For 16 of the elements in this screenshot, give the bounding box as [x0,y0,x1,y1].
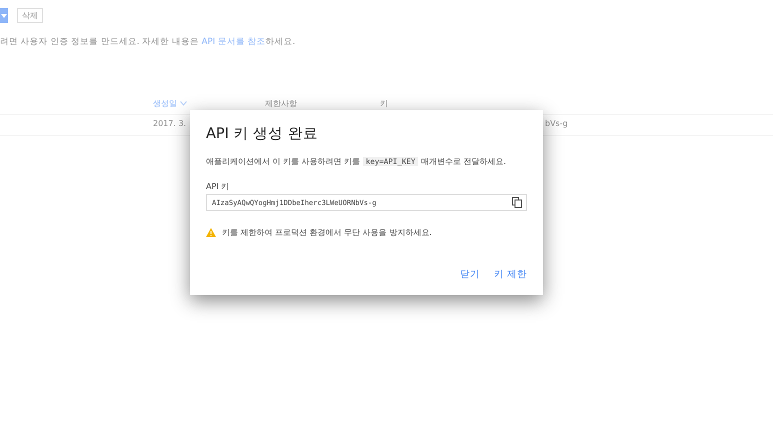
docs-link[interactable]: API 문서를 참조 [202,37,266,47]
dialog-button[interactable]: 닫기 [460,268,480,281]
dialog-title: API 키 생성 완료 [206,125,319,143]
dialog-button[interactable]: 키 제한 [494,268,527,281]
copy-icon[interactable] [512,197,522,208]
chevron-icon [180,101,187,106]
column-header[interactable]: 생성일 [153,98,187,109]
field-label: API 키 [206,181,230,192]
column-header: 제한사항 [265,98,297,109]
caret-icon [1,14,7,18]
column-header: 키 [380,98,388,109]
table-cell: 2017. 3. [153,119,186,128]
warning-text: 키를 제한하여 프로덕션 환경에서 무단 사용을 방지하세요. [222,227,432,238]
intro-text: 려면 사용자 인증 정보를 만드세요. 자세한 내용은 API 문서를 참조하세요. [0,36,296,48]
table-cell: bVs-g [545,119,568,128]
warning-icon [206,228,216,237]
